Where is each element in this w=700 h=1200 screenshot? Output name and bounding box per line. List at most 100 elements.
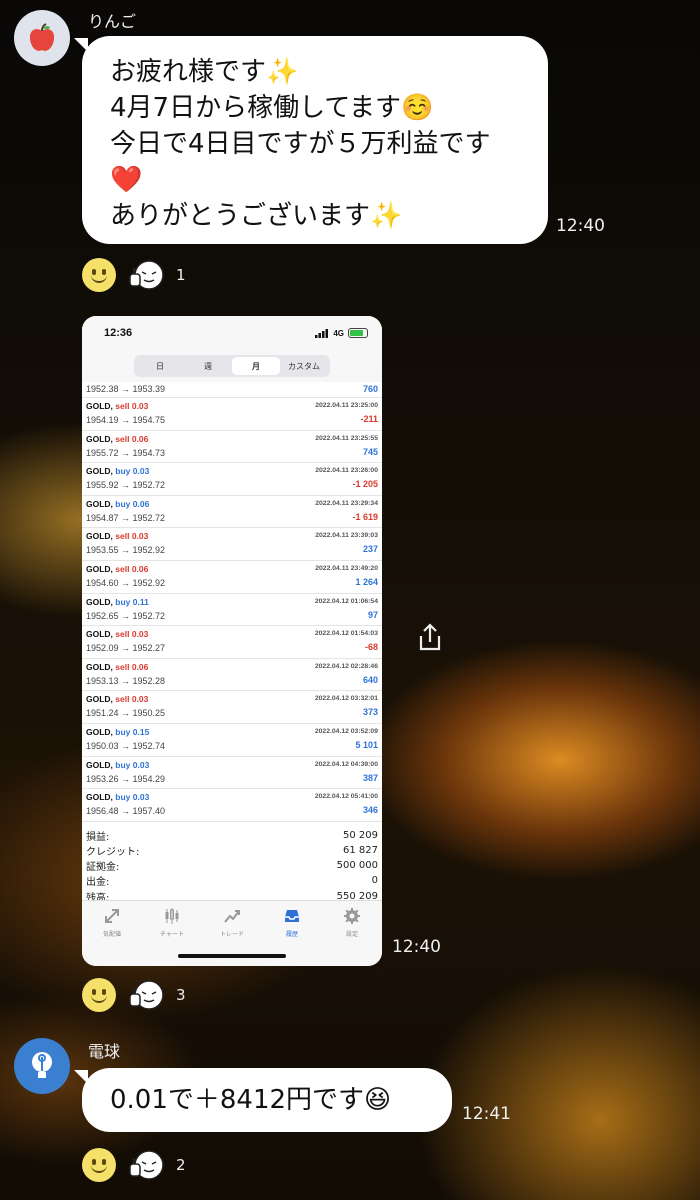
segment-day[interactable]: 日 [136,357,184,375]
segment-week[interactable]: 週 [184,357,232,375]
message-bubble[interactable]: 0.01で＋8412円です😆 [82,1068,452,1132]
gear-icon [344,908,360,924]
trade-datetime: 2022.04.11 23:26:00 [315,467,378,475]
trade-prices: 1954.19 → 1954.75 [86,415,166,425]
trade-pl: 373 [362,707,378,718]
trade-pl: 387 [362,772,378,783]
trade-row[interactable]: GOLD, sell 0.03 1952.09 → 1952.27 2022.04.… [82,626,382,659]
phone-status-bar: 12:36 4G [82,316,382,350]
avatar-ringo[interactable] [14,10,70,66]
trade-prices: 1950.03 → 1952.74 [86,740,166,751]
symbol-label: GOLD, [86,596,113,607]
tab-label: チャート [160,931,184,938]
reaction-row: 3 [82,978,186,1012]
trade-side: sell 0.06 [115,661,149,672]
trade-row[interactable]: GOLD, sell 0.06 1953.13 → 1952.28 2022.04.… [82,659,382,692]
tab-label: 設定 [345,931,358,938]
tab-label: 履歴 [285,931,298,938]
trade-row[interactable]: GOLD, buy 0.06 1954.87 → 1952.72 2022.04.1… [82,496,382,529]
share-icon[interactable] [416,622,444,652]
symbol-label: GOLD, [86,498,113,509]
trade-row[interactable]: GOLD, sell 0.03 1954.19 → 1954.75 2022.04.… [82,398,382,431]
trade-prices: 1956.48 → 1957.40 [86,806,166,817]
trade-symbol: GOLD, sell 0.06 [86,564,148,574]
trade-pl: -1 205 [352,479,378,490]
trade-symbol: GOLD, sell 0.03 [86,629,148,639]
image-attachment[interactable]: 12:36 4G 日 週 月 カスタム 1952.38 → 1953.39 76… [82,316,382,966]
trade-row[interactable]: GOLD, buy 0.03 1953.26 → 1954.29 2022.04.1… [82,757,382,790]
message-time: 12:41 [462,1104,511,1124]
candlestick-icon [165,908,179,924]
sticker-reaction-icon[interactable] [128,978,164,1012]
trade-row[interactable]: GOLD, sell 0.06 1954.60 → 1952.92 2022.04.… [82,561,382,594]
trade-row[interactable]: GOLD, buy 0.15 1950.03 → 1952.74 2022.04.1… [82,724,382,757]
avatar-denkyu[interactable] [14,1038,70,1094]
period-selector: 日 週 月 カスタム [82,350,382,382]
trade-datetime: 2022.04.12 03:52:09 [314,727,378,735]
trade-datetime: 2022.04.12 04:39:00 [314,760,378,768]
trade-datetime: 2022.04.11 23:39:03 [315,532,378,540]
reaction-row: 1 [82,258,186,292]
trade-side: buy 0.15 [115,726,150,737]
symbol-label: GOLD, [86,726,113,737]
sticker-reaction-icon[interactable] [128,1148,164,1182]
add-reaction-icon[interactable] [82,978,116,1012]
segment-custom[interactable]: カスタム [280,357,328,375]
message-line: ❤️ [110,165,143,195]
trade-prices: 1955.92 → 1952.72 [86,480,166,491]
message-text: 0.01で＋8412円です😆 [110,1085,392,1115]
sticker-reaction-icon[interactable] [128,258,164,292]
summary-row: 出金: 0 [86,873,378,888]
add-reaction-icon[interactable] [82,1148,116,1182]
arrows-icon [105,909,119,923]
trade-prices: 1955.72 → 1954.73 [86,447,166,458]
home-indicator [178,954,286,958]
trade-side: sell 0.06 [115,433,149,444]
tab-settings[interactable]: 設定 [322,901,382,966]
segment-month[interactable]: 月 [232,357,280,375]
reaction-count: 3 [176,986,186,1004]
trade-prices: 1953.13 → 1952.28 [86,675,166,686]
trade-side: buy 0.03 [115,466,150,477]
trade-prices: 1952.09 → 1952.27 [86,643,166,654]
trade-row[interactable]: GOLD, buy 0.11 1952.65 → 1952.72 2022.04.1… [82,594,382,627]
trade-datetime: 2022.04.12 01:06:54 [314,597,378,605]
trade-row[interactable]: GOLD, sell 0.06 1955.72 → 1954.73 2022.04.… [82,431,382,464]
summary-value: 61 827 [343,845,378,856]
trade-row-partial[interactable]: 1952.38 → 1953.39 760 [82,382,382,398]
trade-history-list: 1952.38 → 1953.39 760 GOLD, sell 0.03 195… [82,382,382,822]
message-bubble[interactable]: お疲れ様です✨ 4月7日から稼働してます☺️ 今日で4日目ですが５万利益です ❤… [82,36,548,244]
image-time: 12:40 [392,937,441,957]
trend-icon [224,910,240,923]
trade-datetime: 2022.04.12 02:28:46 [314,662,378,670]
trade-row[interactable]: GOLD, buy 0.03 1955.92 → 1952.72 2022.04.1… [82,463,382,496]
trade-datetime: 2022.04.12 01:54:03 [314,630,378,638]
trade-row[interactable]: GOLD, buy 0.03 1956.48 → 1957.40 2022.04.1… [82,789,382,822]
tab-quotes[interactable]: 気配値 [82,901,142,966]
summary-row: 証拠金: 500 000 [86,858,378,873]
trade-symbol: GOLD, buy 0.03 [86,760,149,770]
symbol-label: GOLD, [86,401,113,411]
account-summary: 損益: 50 209 クレジット: 61 827 証拠金: 500 000 出金: 0 … [82,822,382,904]
trade-prices: 1952.65 → 1952.72 [86,610,166,621]
trade-pl: -211 [360,414,378,424]
battery-icon [348,328,368,338]
trade-symbol: GOLD, buy 0.15 [86,727,149,737]
trade-row[interactable]: GOLD, sell 0.03 1951.24 → 1950.25 2022.04.… [82,691,382,724]
trade-row[interactable]: GOLD, sell 0.03 1953.55 → 1952.92 2022.04.… [82,528,382,561]
summary-label: 損益: [86,831,110,843]
trade-pl: 1 264 [355,576,378,587]
reaction-count: 2 [176,1156,186,1174]
trade-datetime: 2022.04.11 23:49:20 [315,564,378,572]
trade-pl: -1 619 [352,511,378,522]
tab-label: トレード [219,931,244,938]
trade-side: buy 0.11 [115,596,149,607]
symbol-label: GOLD, [86,433,113,444]
symbol-label: GOLD, [86,759,113,770]
trade-prices: 1951.24 → 1950.25 [86,708,166,719]
trade-side: sell 0.03 [115,401,149,411]
symbol-label: GOLD, [86,629,113,640]
trade-datetime: 2022.04.11 23:25:55 [315,434,378,442]
sender-name: りんご [88,12,137,31]
add-reaction-icon[interactable] [82,258,116,292]
